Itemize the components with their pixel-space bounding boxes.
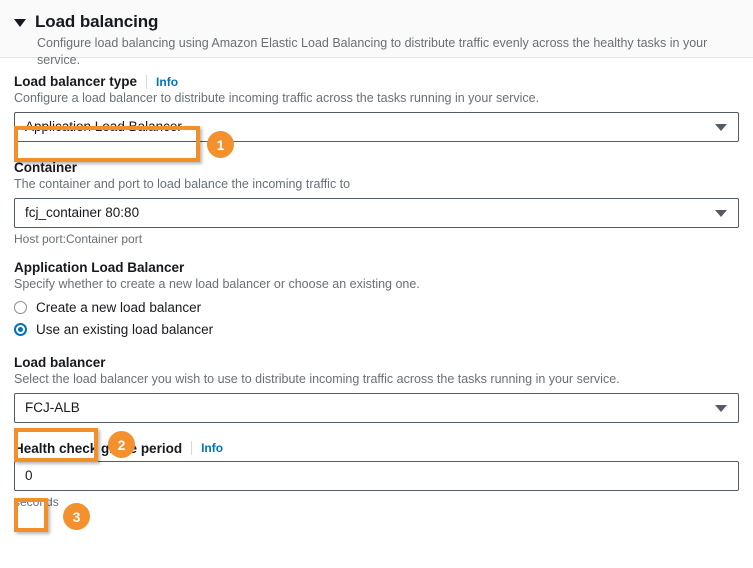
health-check-grace-period-input[interactable]: 0 (14, 460, 739, 491)
radio-create-new-load-balancer[interactable]: Create a new load balancer (14, 300, 739, 315)
container-description: The container and port to load balance t… (14, 176, 351, 191)
application-load-balancer-field: Application Load Balancer Specify whethe… (14, 260, 739, 337)
page-title: Load balancing (35, 12, 159, 31)
chevron-down-icon[interactable] (715, 209, 727, 217)
load-balancer-field: Load balancer Select the load balancer y… (14, 355, 739, 423)
caret-down-icon[interactable] (14, 19, 26, 27)
panel-body: Load balancer type Info Configure a load… (0, 58, 753, 509)
load-balancer-type-select[interactable]: Application Load Balancer (14, 111, 739, 142)
load-balancer-description: Select the load balancer you wish to use… (14, 371, 620, 386)
radio-use-existing-load-balancer-label: Use an existing load balancer (36, 321, 214, 337)
load-balancer-type-label-row: Load balancer type Info (14, 74, 739, 89)
load-balancer-label-row: Load balancer (14, 355, 739, 370)
application-load-balancer-description: Specify whether to create a new load bal… (14, 276, 420, 291)
radio-icon-unselected[interactable] (14, 300, 27, 314)
load-balancer-select[interactable]: FCJ-ALB (14, 392, 739, 423)
container-label-row: Container (14, 160, 739, 175)
application-load-balancer-label-row: Application Load Balancer (14, 260, 739, 275)
load-balancer-type-label: Load balancer type (14, 74, 138, 89)
label-divider (191, 441, 193, 455)
panel-title-row[interactable]: Load balancing (14, 12, 753, 32)
health-check-grace-period-hint: seconds (14, 494, 59, 509)
load-balancer-type-field: Load balancer type Info Configure a load… (14, 74, 739, 142)
radio-create-new-load-balancer-label: Create a new load balancer (36, 299, 202, 315)
radio-use-existing-load-balancer[interactable]: Use an existing load balancer (14, 322, 739, 337)
container-hint: Host port:Container port (14, 231, 143, 246)
load-balancer-type-description: Configure a load balancer to distribute … (14, 91, 540, 105)
health-check-grace-period-info-link[interactable]: Info (201, 441, 223, 455)
health-check-grace-period-label: Health check grace period (14, 440, 183, 456)
chevron-down-icon[interactable] (715, 123, 727, 131)
health-check-grace-period-value: 0 (25, 467, 33, 483)
load-balancer-label: Load balancer (14, 354, 106, 370)
container-field: Container The container and port to load… (14, 160, 739, 246)
load-balancer-value: FCJ-ALB (25, 399, 80, 415)
container-select[interactable]: fcj_container 80:80 (14, 197, 739, 228)
health-check-grace-period-field: Health check grace period Info 0 seconds (14, 441, 739, 509)
health-check-grace-period-label-row: Health check grace period Info (14, 441, 739, 456)
container-value: fcj_container 80:80 (25, 205, 140, 220)
load-balancer-type-value: Application Load Balancer (25, 119, 182, 135)
label-divider (146, 74, 148, 89)
load-balancer-type-info-link[interactable]: Info (156, 75, 178, 89)
chevron-down-icon[interactable] (715, 404, 727, 412)
panel-header: Load balancing Configure load balancing … (0, 0, 753, 67)
application-load-balancer-label: Application Load Balancer (14, 259, 185, 275)
radio-icon-selected[interactable] (14, 322, 27, 336)
container-label: Container (14, 159, 78, 175)
